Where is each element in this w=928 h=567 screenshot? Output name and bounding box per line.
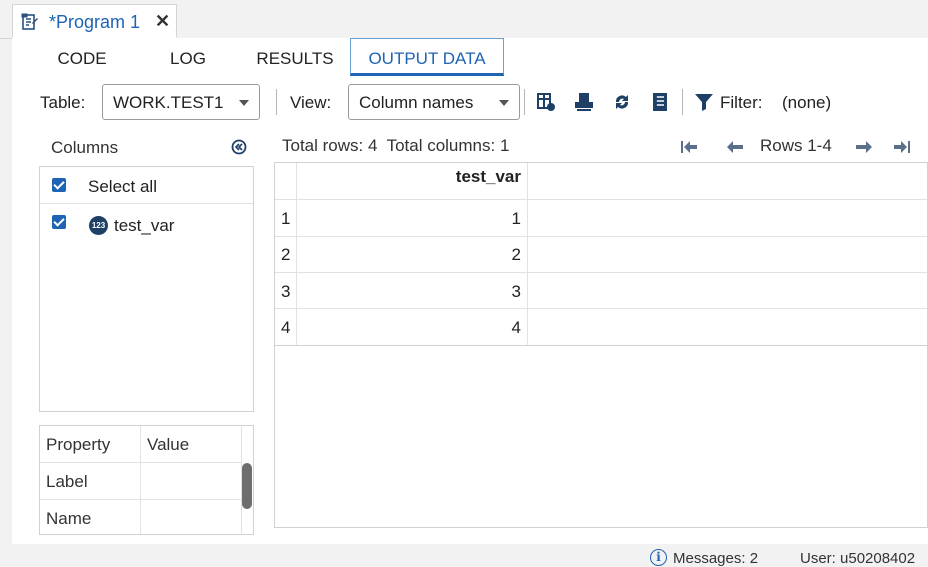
program-tab-title: *Program 1 [49,12,141,32]
property-column-header: Property [40,426,141,462]
toolbar-divider [524,89,525,115]
refresh-icon[interactable] [612,92,632,112]
view-label: View: [290,93,332,112]
chevron-down-icon [499,100,509,106]
table-label: Table: [40,93,86,112]
cell-value[interactable]: 1 [296,209,527,229]
toolbar-divider [682,89,683,115]
tab-results[interactable]: RESULTS [246,38,344,76]
table-row: Label [40,463,242,500]
tab-log[interactable]: LOG [148,38,228,76]
output-data-toolbar: Table: WORK.TEST1 View: Column names Fil… [28,80,928,124]
grid-summary: Total rows: 4 Total columns: 1 [282,136,510,155]
toolbar-divider [276,89,277,115]
grid-divider [275,308,927,309]
chevron-down-icon [239,100,249,106]
program-file-icon [21,13,38,30]
row-index: 4 [281,318,291,337]
tab-code[interactable]: CODE [38,38,126,76]
grid-divider [275,345,927,346]
messages-status[interactable]: Messages: 2 [673,550,758,567]
collapse-left-icon[interactable] [231,139,247,155]
property-header-row: Property Value [40,426,242,463]
row-index: 3 [281,282,291,301]
column-checkbox[interactable] [52,215,66,229]
column-header[interactable]: test_var [296,163,527,199]
table-select[interactable]: WORK.TEST1 [102,84,260,120]
filter-value: (none) [782,93,832,112]
previous-page-icon[interactable] [726,140,744,154]
view-select-value: Column names [359,93,474,112]
filter-icon[interactable] [694,92,714,112]
details-list-icon[interactable] [650,92,670,112]
value-column-header: Value [141,426,242,462]
info-icon[interactable]: i [650,549,667,566]
column-name: test_var [114,216,175,235]
tab-output-data[interactable]: OUTPUT DATA [350,38,504,76]
property-table: Property Value Label Name [39,425,254,535]
export-icon[interactable] [574,92,594,112]
list-item[interactable]: 123 test_var [40,204,253,240]
filter-label: Filter: [720,93,763,112]
numeric-type-icon: 123 [89,216,108,235]
last-page-icon[interactable] [893,140,911,154]
status-bar: i Messages: 2 User: u50208402 [0,544,928,567]
grid-divider [275,272,927,273]
table-row: Name [40,500,242,534]
data-grid: test_var 1 1 2 2 3 3 4 4 [274,162,928,528]
table-select-value: WORK.TEST1 [113,93,224,112]
view-tabs: CODE LOG RESULTS OUTPUT DATA [12,38,928,76]
row-index: 1 [281,209,291,228]
row-index: 2 [281,245,291,264]
first-page-icon[interactable] [680,140,698,154]
property-value [141,500,242,534]
cell-value[interactable]: 2 [296,245,527,265]
select-all-checkbox[interactable] [52,178,66,192]
program-tab[interactable]: *Program 1 ✕ [12,4,177,38]
property-value [141,463,242,499]
property-name: Label [40,463,141,499]
grid-divider [275,236,927,237]
grid-divider [527,163,528,345]
columns-list: Select all 123 test_var [39,166,254,412]
rows-range: Rows 1-4 [760,136,832,155]
columns-panel-title: Columns [51,138,119,157]
scrollbar-thumb[interactable] [242,463,252,509]
cell-value[interactable]: 4 [296,318,527,338]
close-icon[interactable]: ✕ [155,11,170,32]
cell-value[interactable]: 3 [296,282,527,302]
select-all-label: Select all [88,177,157,196]
grid-divider [275,199,927,200]
table-properties-icon[interactable] [536,92,556,112]
user-status: User: u50208402 [800,550,916,567]
property-name: Name [40,500,141,534]
view-select[interactable]: Column names [348,84,520,120]
next-page-icon[interactable] [855,140,873,154]
select-all-row[interactable]: Select all [40,167,253,204]
